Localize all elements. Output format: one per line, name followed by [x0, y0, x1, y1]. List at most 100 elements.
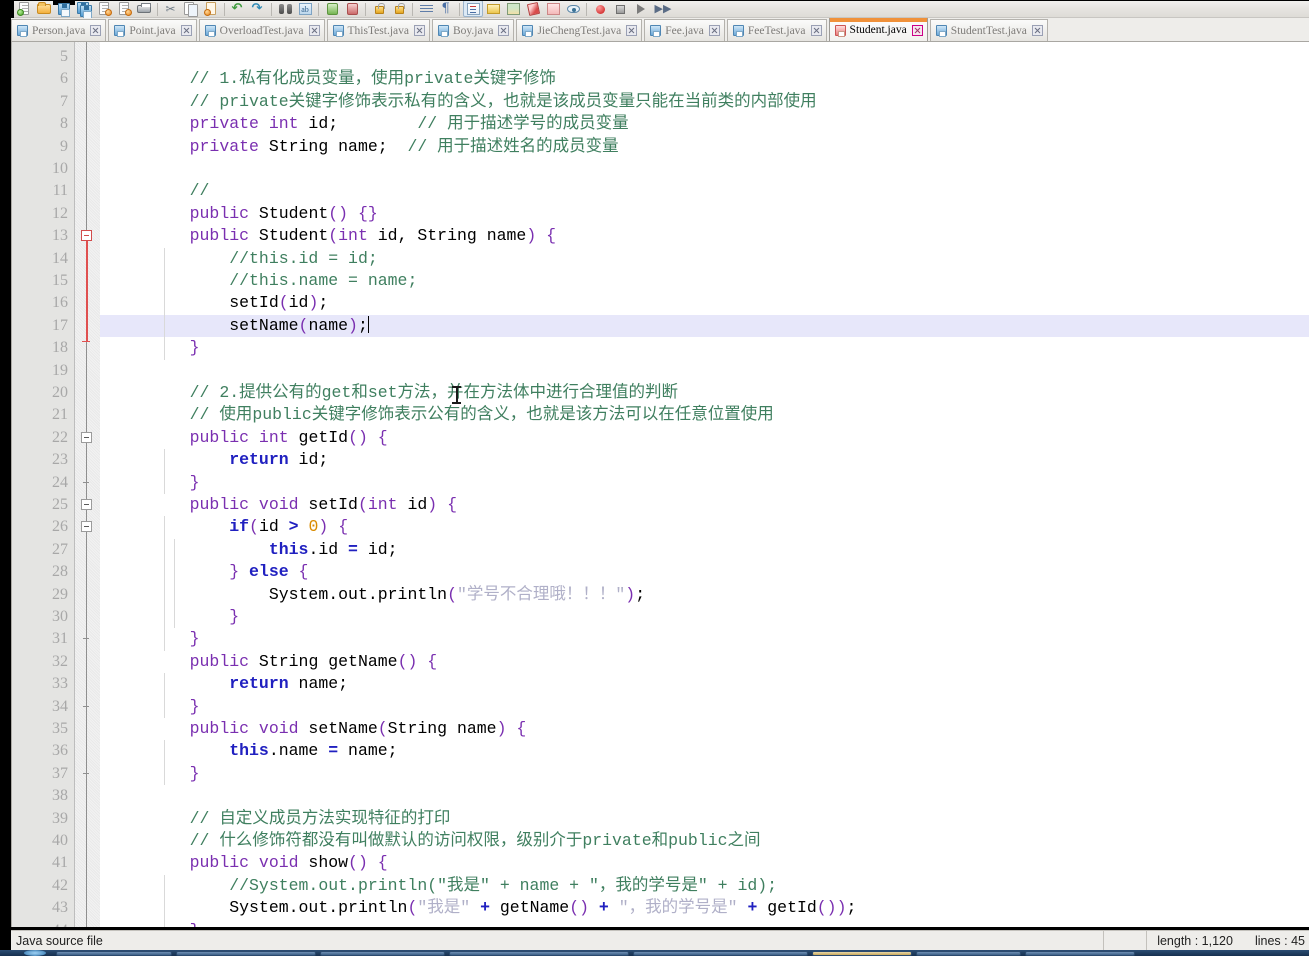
- taskbar-item-active[interactable]: [812, 951, 912, 956]
- editor-tab[interactable]: JieChengTest.java: [516, 19, 643, 41]
- code-folding-column[interactable]: [74, 42, 163, 927]
- code-line[interactable]: } else {: [100, 561, 1309, 583]
- code-line[interactable]: //this.id = id;: [100, 248, 1309, 270]
- show-symbol-icon[interactable]: ¶: [436, 0, 456, 17]
- redo-icon[interactable]: ↷: [248, 0, 268, 17]
- code-line[interactable]: if(id > 0) {: [100, 516, 1309, 538]
- stop-macro-icon[interactable]: [610, 0, 630, 17]
- close-tab-icon[interactable]: [180, 25, 192, 36]
- editor-tab[interactable]: Person.java: [11, 19, 107, 41]
- save-icon[interactable]: [54, 0, 74, 17]
- paste-icon[interactable]: [201, 0, 221, 17]
- code-line[interactable]: }: [100, 696, 1309, 718]
- find-icon[interactable]: [275, 0, 295, 17]
- zoom-in-icon[interactable]: [322, 0, 342, 17]
- start-orb-icon[interactable]: [24, 950, 46, 956]
- open-folder-icon[interactable]: [34, 0, 54, 17]
- fold-toggle-icon[interactable]: [81, 521, 92, 533]
- fold-toggle-icon[interactable]: [81, 499, 92, 510]
- code-line[interactable]: //this.name = name;: [100, 270, 1309, 292]
- code-line[interactable]: public void setId(int id) {: [100, 494, 1309, 516]
- taskbar-item[interactable]: [449, 951, 629, 956]
- code-line[interactable]: }: [100, 606, 1309, 628]
- editor-tab-active[interactable]: Student.java: [828, 18, 928, 41]
- code-line[interactable]: System.out.println("学号不合理哦！！！");: [100, 584, 1309, 606]
- code-line[interactable]: // 什么修饰符都没有叫做默认的访问权限，级别介于private和public之…: [100, 830, 1309, 852]
- close-tab-icon[interactable]: [911, 24, 923, 36]
- code-line[interactable]: }: [100, 763, 1309, 785]
- undo-icon[interactable]: ↶: [228, 0, 248, 17]
- code-line[interactable]: public String getName() {: [100, 651, 1309, 673]
- code-line[interactable]: public Student() {}: [100, 203, 1309, 225]
- code-line[interactable]: private String name; // 用于描述姓名的成员变量: [100, 136, 1309, 158]
- code-line[interactable]: public int getId() {: [100, 427, 1309, 449]
- windows-taskbar[interactable]: [0, 950, 1309, 956]
- editor-tab[interactable]: StudentTest.java: [929, 19, 1048, 41]
- taskbar-item[interactable]: [176, 951, 316, 956]
- editor-tab[interactable]: FeeTest.java: [726, 19, 827, 41]
- code-line[interactable]: // 1.私有化成员变量，使用private关键字修饰: [100, 68, 1309, 90]
- close-tab-icon[interactable]: [1031, 25, 1043, 36]
- print-icon[interactable]: [134, 0, 154, 17]
- fast-forward-macro-icon[interactable]: ▶▶: [650, 0, 672, 17]
- taskbar-item[interactable]: [633, 951, 808, 956]
- code-line[interactable]: // private关键字修饰表示私有的含义，也就是该成员变量只能在当前类的内部…: [100, 91, 1309, 113]
- code-line[interactable]: this.id = id;: [100, 539, 1309, 561]
- code-line[interactable]: [100, 158, 1309, 180]
- close-tab-icon[interactable]: [90, 25, 102, 36]
- play-macro-icon[interactable]: [630, 0, 650, 17]
- editor-tab[interactable]: Point.java: [108, 19, 197, 41]
- copy-icon[interactable]: [181, 0, 201, 17]
- new-file-icon[interactable]: [14, 0, 34, 17]
- code-line[interactable]: [100, 785, 1309, 807]
- code-line[interactable]: return name;: [100, 673, 1309, 695]
- code-line[interactable]: return id;: [100, 449, 1309, 471]
- show-all-chars-icon[interactable]: [483, 0, 503, 17]
- save-as-icon[interactable]: [94, 0, 114, 17]
- code-line[interactable]: //: [100, 180, 1309, 202]
- code-line[interactable]: setName(name);: [100, 315, 1309, 337]
- document-list-icon[interactable]: [563, 0, 583, 17]
- code-line[interactable]: public void setName(String name) {: [100, 718, 1309, 740]
- code-editor[interactable]: 5 6 7 8 9 10 11 12 13 14 15 16 17 18 19 20 21 22 23 24 25 26 2…: [11, 42, 1309, 927]
- close-tab-icon[interactable]: [626, 25, 638, 36]
- replace-icon[interactable]: ab: [295, 0, 315, 17]
- fold-toggle-icon[interactable]: [81, 230, 92, 242]
- code-line[interactable]: }: [100, 337, 1309, 359]
- taskbar-item[interactable]: [916, 951, 1021, 956]
- code-line[interactable]: // 2.提供公有的get和set方法，并在方法体中进行合理值的判断: [100, 382, 1309, 404]
- code-line[interactable]: public Student(int id, String name) {: [100, 225, 1309, 247]
- document-map-icon[interactable]: [503, 0, 523, 17]
- close-file-icon[interactable]: [114, 0, 134, 17]
- editor-tab[interactable]: OverloadTest.java: [198, 19, 325, 41]
- code-content-area[interactable]: // 1.私有化成员变量，使用private关键字修饰 // private关键…: [100, 42, 1309, 927]
- close-tab-icon[interactable]: [708, 25, 720, 36]
- word-wrap-icon[interactable]: [416, 0, 436, 17]
- code-line[interactable]: // 自定义成员方法实现特征的打印: [100, 808, 1309, 830]
- cut-icon[interactable]: ✂: [161, 0, 181, 17]
- indent-guide-icon[interactable]: [463, 0, 483, 17]
- sync-lock-icon[interactable]: [369, 0, 389, 17]
- code-line[interactable]: }: [100, 920, 1309, 927]
- close-tab-icon[interactable]: [413, 25, 425, 36]
- editor-tab[interactable]: Boy.java: [431, 19, 515, 41]
- save-all-icon[interactable]: [74, 0, 94, 19]
- taskbar-item[interactable]: [320, 951, 445, 956]
- function-list-icon[interactable]: [543, 0, 563, 17]
- code-line[interactable]: [100, 46, 1309, 68]
- close-tab-icon[interactable]: [498, 25, 510, 36]
- taskbar-item[interactable]: [1025, 951, 1135, 956]
- code-line[interactable]: setId(id);: [100, 292, 1309, 314]
- code-line[interactable]: System.out.println("我是" + getName() + "，…: [100, 897, 1309, 919]
- close-tab-icon[interactable]: [810, 25, 822, 36]
- sync-lock-alt-icon[interactable]: [389, 0, 409, 17]
- code-line[interactable]: public void show() {: [100, 852, 1309, 874]
- record-macro-icon[interactable]: [590, 0, 610, 17]
- highlight-icon[interactable]: [523, 0, 543, 17]
- zoom-out-icon[interactable]: [342, 0, 362, 17]
- code-line[interactable]: }: [100, 628, 1309, 650]
- editor-tab[interactable]: ThisTest.java: [326, 19, 430, 41]
- fold-toggle-icon[interactable]: [81, 431, 92, 443]
- code-line[interactable]: [100, 360, 1309, 382]
- close-tab-icon[interactable]: [308, 25, 320, 36]
